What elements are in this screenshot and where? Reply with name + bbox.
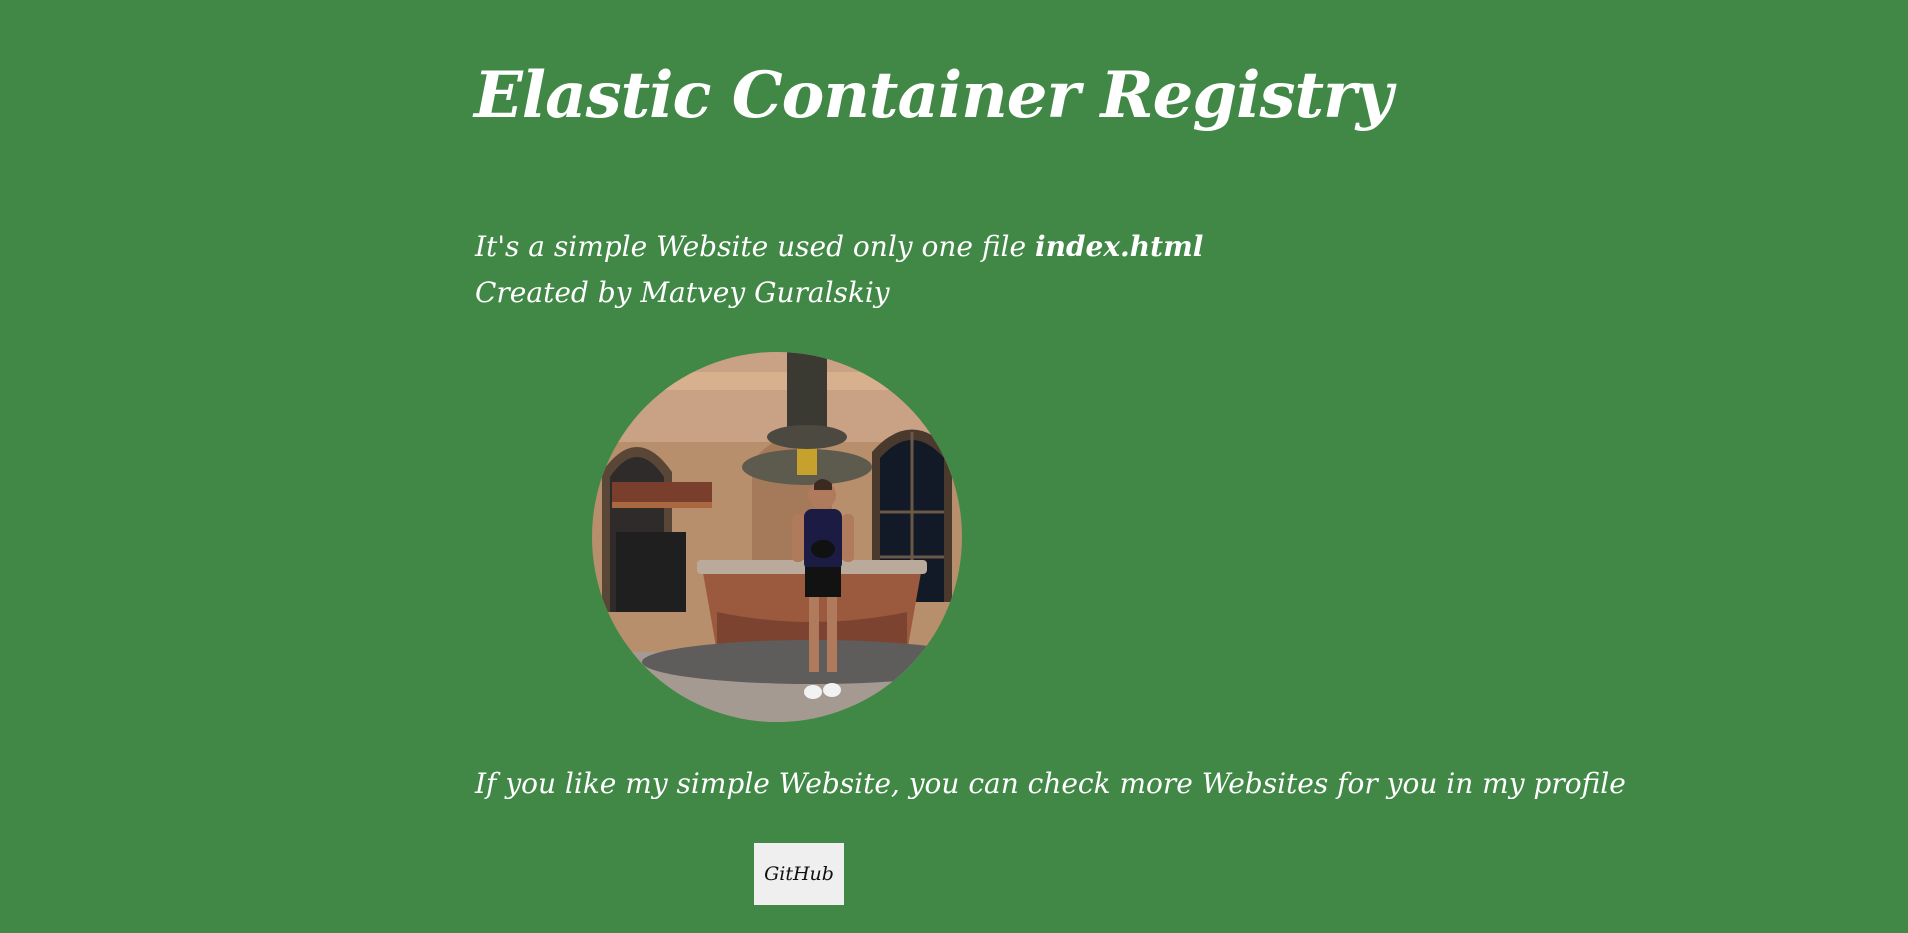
site-description: It's a simple Website used only one file… [475,224,1203,316]
author-line: Created by Matvey Guralskiy [475,276,890,309]
page-title: Elastic Container Registry [474,58,1393,133]
description-text: It's a simple Website used only one file [475,230,1035,263]
github-button[interactable]: GitHub [754,843,844,905]
description-line-1: It's a simple Website used only one file… [475,224,1203,270]
profile-photo [592,352,962,722]
filename-text: index.html [1034,230,1204,263]
photo-illustration [592,352,962,722]
page: Elastic Container Registry It's a simple… [0,0,1908,933]
profile-call-to-action: If you like my simple Website, you can c… [475,767,1626,800]
